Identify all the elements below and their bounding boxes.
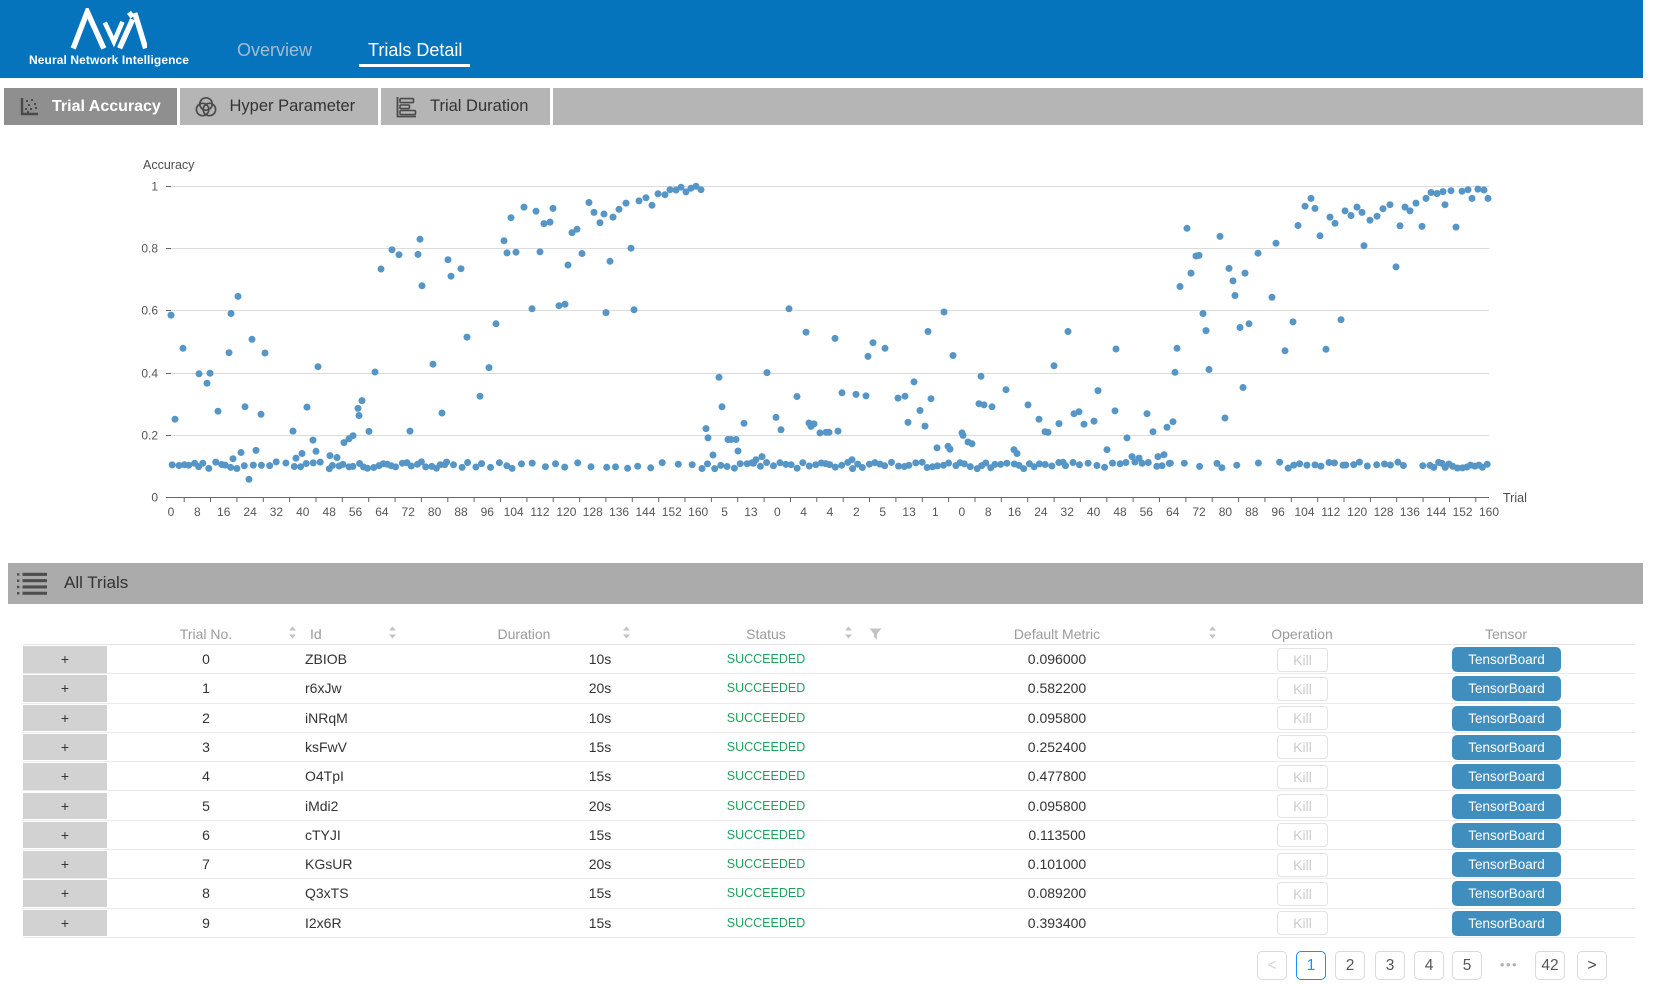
svg-text:Trial: Trial xyxy=(1503,491,1527,505)
svg-text:48: 48 xyxy=(1113,505,1127,519)
svg-text:0.4: 0.4 xyxy=(141,367,158,381)
svg-text:0.6: 0.6 xyxy=(141,304,158,318)
svg-text:128: 128 xyxy=(1374,505,1394,519)
svg-text:112: 112 xyxy=(530,505,549,519)
svg-text:72: 72 xyxy=(402,505,416,519)
svg-text:120: 120 xyxy=(556,505,576,519)
svg-text:104: 104 xyxy=(1294,505,1314,519)
svg-text:16: 16 xyxy=(1008,505,1022,519)
svg-text:40: 40 xyxy=(296,505,310,519)
svg-text:104: 104 xyxy=(504,505,524,519)
svg-text:0.2: 0.2 xyxy=(141,429,158,443)
svg-text:0: 0 xyxy=(774,505,781,519)
svg-text:88: 88 xyxy=(454,505,468,519)
svg-text:120: 120 xyxy=(1347,505,1367,519)
svg-text:96: 96 xyxy=(1271,505,1285,519)
svg-text:152: 152 xyxy=(662,505,682,519)
svg-text:136: 136 xyxy=(609,505,629,519)
svg-text:0: 0 xyxy=(958,505,965,519)
svg-text:40: 40 xyxy=(1087,505,1101,519)
svg-text:16: 16 xyxy=(217,505,231,519)
svg-text:1: 1 xyxy=(151,180,158,194)
svg-text:72: 72 xyxy=(1192,505,1206,519)
svg-text:4: 4 xyxy=(800,505,807,519)
svg-text:5: 5 xyxy=(879,505,886,519)
svg-text:4: 4 xyxy=(827,505,834,519)
svg-text:13: 13 xyxy=(902,505,916,519)
svg-text:8: 8 xyxy=(194,505,201,519)
svg-text:0.8: 0.8 xyxy=(141,242,158,256)
svg-text:13: 13 xyxy=(744,505,758,519)
svg-text:160: 160 xyxy=(688,505,708,519)
svg-text:56: 56 xyxy=(1140,505,1154,519)
svg-text:5: 5 xyxy=(721,505,728,519)
svg-text:0: 0 xyxy=(151,491,158,505)
svg-text:32: 32 xyxy=(1061,505,1075,519)
svg-text:144: 144 xyxy=(635,505,655,519)
svg-text:Accuracy: Accuracy xyxy=(143,158,195,172)
svg-text:0: 0 xyxy=(168,505,175,519)
svg-text:1: 1 xyxy=(932,505,939,519)
svg-text:64: 64 xyxy=(375,505,389,519)
svg-text:80: 80 xyxy=(1219,505,1233,519)
svg-text:144: 144 xyxy=(1426,505,1446,519)
svg-text:64: 64 xyxy=(1166,505,1180,519)
svg-text:152: 152 xyxy=(1453,505,1473,519)
svg-text:160: 160 xyxy=(1479,505,1499,519)
svg-text:24: 24 xyxy=(243,505,257,519)
svg-text:8: 8 xyxy=(985,505,992,519)
svg-text:80: 80 xyxy=(428,505,442,519)
svg-text:48: 48 xyxy=(323,505,337,519)
svg-text:56: 56 xyxy=(349,505,363,519)
svg-text:24: 24 xyxy=(1034,505,1048,519)
svg-text:96: 96 xyxy=(481,505,495,519)
svg-text:112: 112 xyxy=(1321,505,1340,519)
svg-text:32: 32 xyxy=(270,505,284,519)
svg-text:128: 128 xyxy=(583,505,603,519)
svg-text:136: 136 xyxy=(1400,505,1420,519)
svg-text:2: 2 xyxy=(853,505,860,519)
svg-text:88: 88 xyxy=(1245,505,1259,519)
